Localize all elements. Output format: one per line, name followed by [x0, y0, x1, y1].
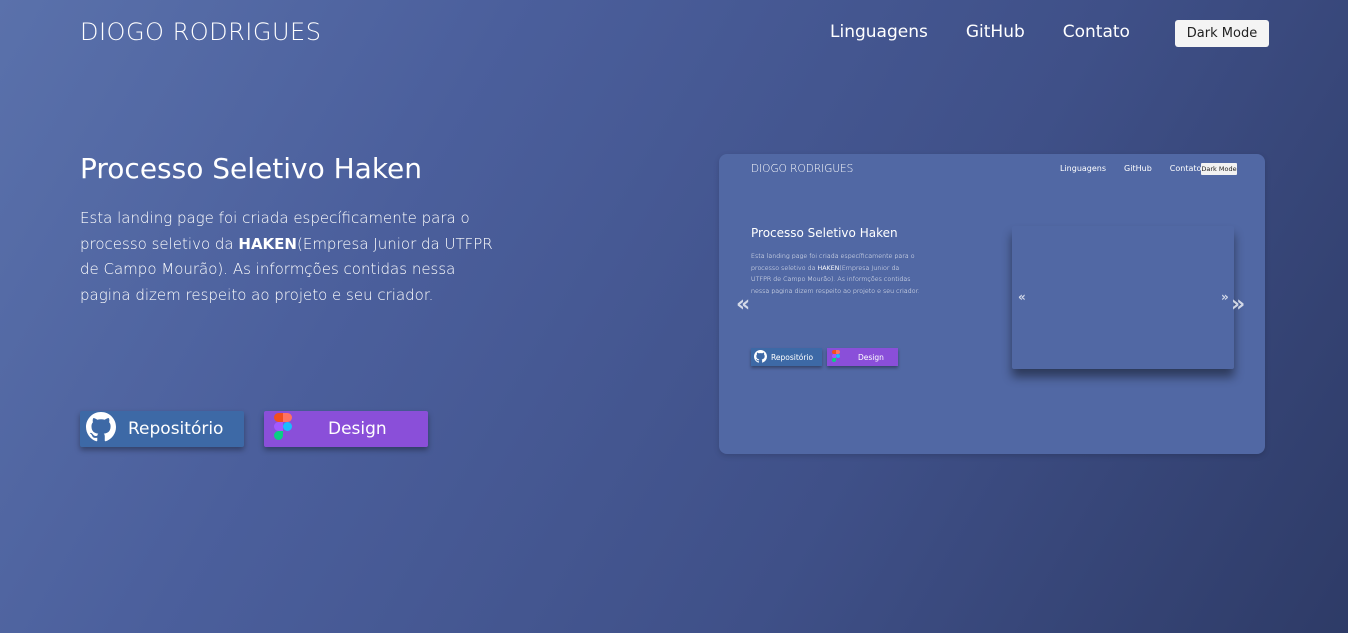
design-button[interactable]: Design [264, 411, 428, 447]
preview-github-icon [754, 349, 767, 365]
hero-desc-bold: HAKEN [238, 234, 297, 253]
preview-design-button: Design [827, 348, 898, 366]
preview-card-chevron-right-icon: » [1221, 290, 1229, 304]
preview-repository-button: Repositório [751, 348, 822, 366]
preview-carousel-card [1012, 226, 1234, 369]
preview-repository-label: Repositório [771, 352, 814, 362]
preview-logo: DIOGO RODRIGUES [751, 163, 854, 175]
preview-nav-contato: Contato [1169, 164, 1202, 173]
preview-figma-icon [832, 350, 840, 364]
design-label: Design [328, 419, 387, 439]
nav-contato[interactable]: Contato [1063, 22, 1130, 42]
hero-description: Esta landing page foi criada específicam… [80, 206, 500, 308]
main-nav: Linguagens GitHub Contato [830, 22, 1168, 42]
dark-mode-button[interactable]: Dark Mode [1175, 20, 1269, 47]
site-logo[interactable]: DIOGO RODRIGUES [80, 18, 321, 46]
preview-dark-mode-button: Dark Mode [1201, 163, 1237, 175]
preview-title: Processo Seletivo Haken [751, 226, 898, 240]
preview-nav-github: GitHub [1124, 164, 1152, 173]
nav-linguagens[interactable]: Linguagens [830, 22, 928, 42]
hero-title: Processo Seletivo Haken [80, 152, 423, 185]
preview-desc-bold: HAKEN [817, 264, 840, 272]
repository-label: Repositório [128, 419, 224, 439]
nav-github[interactable]: GitHub [966, 22, 1025, 42]
preview-card-chevron-left-icon: « [1018, 290, 1026, 304]
repository-button[interactable]: Repositório [80, 411, 244, 447]
preview-description: Esta landing page foi criada específicam… [751, 251, 921, 297]
preview-nav-linguagens: Linguagens [1060, 164, 1107, 173]
github-icon [86, 411, 116, 447]
preview-design-label: Design [858, 352, 884, 362]
preview-nav: Linguagens GitHub Contato [1060, 164, 1219, 173]
project-preview-image: DIOGO RODRIGUES Linguagens GitHub Contat… [719, 154, 1265, 454]
figma-icon [274, 413, 292, 445]
preview-chevron-left-icon: « [736, 292, 751, 317]
preview-chevron-right-icon: » [1231, 292, 1246, 317]
